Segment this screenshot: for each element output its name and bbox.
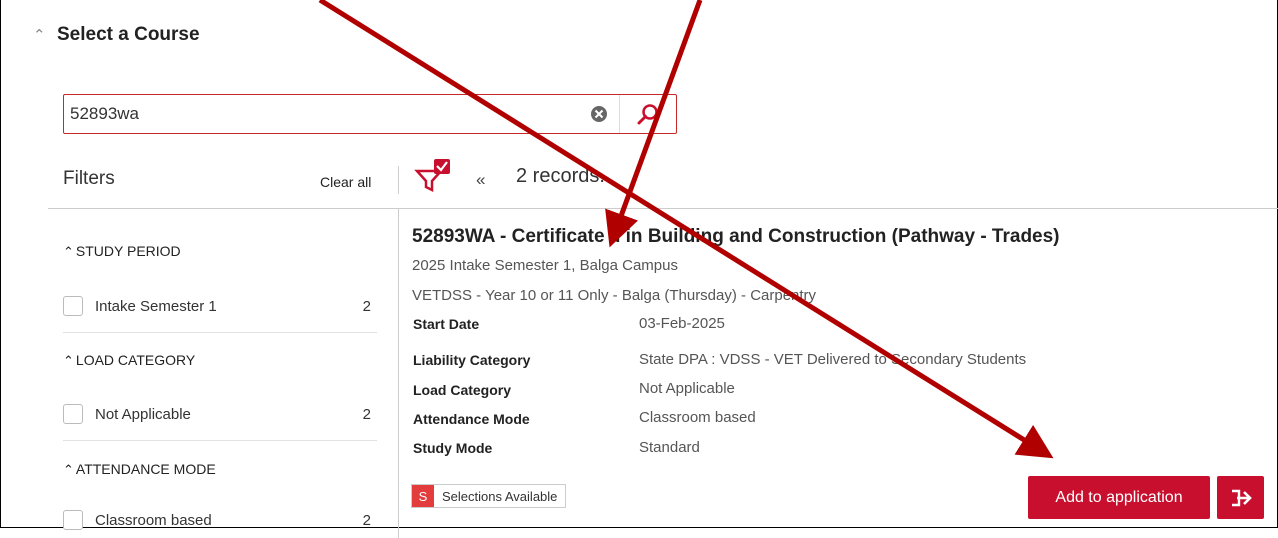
clear-circle-icon[interactable]	[579, 95, 619, 133]
facet-option-label: Classroom based	[95, 511, 212, 529]
detail-key: Attendance Mode	[413, 411, 530, 427]
chevron-up-icon: ⌃	[63, 353, 74, 368]
facet-option-intake-semester-1[interactable]: Intake Semester 1 2	[63, 296, 371, 316]
course-title[interactable]: 52893WA - Certificate II in Building and…	[412, 226, 1060, 248]
detail-key: Start Date	[413, 316, 480, 332]
checkbox[interactable]	[63, 296, 83, 316]
facet-option-count: 2	[362, 297, 371, 315]
detail-key: Liability Category	[413, 352, 531, 368]
chevron-up-icon: ⌃	[63, 244, 74, 259]
detail-key: Study Mode	[413, 440, 493, 456]
divider	[63, 440, 377, 441]
search-box	[63, 94, 677, 134]
search-input[interactable]	[64, 95, 579, 133]
facet-option-count: 2	[362, 405, 371, 423]
selections-badge: S	[412, 485, 434, 507]
detail-value: State DPA : VDSS - VET Delivered to Seco…	[639, 351, 1027, 368]
filters-heading: Filters	[63, 168, 115, 189]
detail-value: 03-Feb-2025	[639, 315, 725, 332]
selections-available-tag[interactable]: S Selections Available	[411, 484, 567, 508]
divider	[48, 208, 1278, 209]
facet-option-label: Intake Semester 1	[95, 297, 217, 315]
divider	[398, 208, 399, 538]
facet-option-label: Not Applicable	[95, 405, 191, 423]
checkbox[interactable]	[63, 510, 83, 530]
search-button[interactable]	[619, 95, 676, 133]
detail-key: Load Category	[413, 382, 512, 398]
panel-header[interactable]: ⌃ Select a Course	[33, 24, 200, 46]
add-to-application-button[interactable]: Add to application	[1028, 476, 1210, 519]
double-chevron-up-icon[interactable]: «	[476, 170, 485, 190]
clear-all-link[interactable]: Clear all	[320, 174, 371, 190]
course-intake: 2025 Intake Semester 1, Balga Campus	[412, 257, 678, 274]
selections-label: Selections Available	[442, 488, 558, 504]
facet-heading-study-period[interactable]: ⌃ STUDY PERIOD	[63, 243, 181, 260]
apply-arrow-icon	[1231, 489, 1252, 506]
facet-heading-attendance-mode[interactable]: ⌃ ATTENDANCE MODE	[63, 461, 216, 478]
facet-option-not-applicable[interactable]: Not Applicable 2	[63, 404, 371, 424]
detail-value: Not Applicable	[639, 380, 735, 397]
facet-option-count: 2	[362, 511, 371, 529]
record-count: 2 records.	[516, 165, 605, 187]
chevron-up-icon: ⌃	[63, 462, 74, 477]
detail-value: Standard	[639, 439, 700, 456]
panel-title: Select a Course	[57, 24, 200, 45]
divider	[398, 166, 399, 194]
course-offering: VETDSS - Year 10 or 11 Only - Balga (Thu…	[412, 287, 817, 304]
facet-heading-load-category[interactable]: ⌃ LOAD CATEGORY	[63, 352, 195, 369]
apply-button[interactable]	[1217, 476, 1264, 519]
facet-option-classroom-based[interactable]: Classroom based 2	[63, 510, 371, 530]
divider	[63, 332, 377, 333]
detail-value: Classroom based	[639, 409, 756, 426]
chevron-up-icon[interactable]: ⌃	[33, 26, 46, 44]
search-icon	[637, 104, 658, 125]
filter-funnel-icon[interactable]	[414, 157, 454, 198]
checkbox[interactable]	[63, 404, 83, 424]
